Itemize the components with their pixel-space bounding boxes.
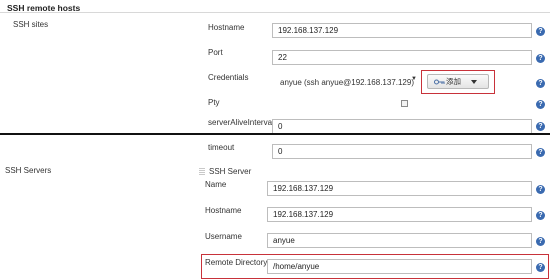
drag-grip-icon[interactable] bbox=[199, 168, 205, 176]
caret-down-icon bbox=[471, 80, 478, 85]
section-divider bbox=[0, 133, 550, 135]
add-button-label: 添加 bbox=[446, 77, 461, 86]
credentials-select[interactable]: anyue (ssh anyue@192.168.137.129) bbox=[277, 75, 414, 90]
server-hostname-input[interactable]: 192.168.137.129 bbox=[267, 207, 532, 222]
server-hostname-label: Hostname bbox=[205, 206, 242, 215]
help-icon[interactable]: ? bbox=[536, 185, 545, 194]
timeout-label: timeout bbox=[208, 143, 235, 152]
help-icon[interactable]: ? bbox=[536, 54, 545, 63]
help-icon[interactable]: ? bbox=[536, 122, 545, 131]
hostname-input[interactable]: 192.168.137.129 bbox=[272, 23, 532, 38]
credentials-label: Credentials bbox=[208, 73, 249, 82]
ssh-server-header: SSH Server bbox=[209, 167, 252, 176]
remote-directory-label: Remote Directory bbox=[205, 258, 268, 267]
help-icon[interactable]: ? bbox=[536, 237, 545, 246]
port-label: Port bbox=[208, 48, 223, 57]
help-icon[interactable]: ? bbox=[536, 148, 545, 157]
name-label: Name bbox=[205, 180, 227, 189]
key-icon bbox=[434, 79, 445, 85]
help-icon[interactable]: ? bbox=[536, 211, 545, 220]
pty-label: Pty bbox=[208, 98, 220, 107]
pty-checkbox[interactable] bbox=[401, 100, 408, 107]
ssh-servers-label: SSH Servers bbox=[5, 166, 52, 175]
help-icon[interactable]: ? bbox=[536, 263, 545, 272]
port-input[interactable]: 22 bbox=[272, 50, 532, 65]
help-icon[interactable]: ? bbox=[536, 27, 545, 36]
remote-directory-input[interactable]: /home/anyue bbox=[267, 259, 532, 274]
name-input[interactable]: 192.168.137.129 bbox=[267, 181, 532, 196]
server-alive-interval-input[interactable]: 0 bbox=[272, 119, 532, 134]
add-credential-button[interactable]: 添加 bbox=[427, 74, 489, 89]
header-divider bbox=[0, 12, 550, 13]
help-icon[interactable]: ? bbox=[536, 100, 545, 109]
help-icon[interactable]: ? bbox=[536, 79, 545, 88]
ssh-sites-label: SSH sites bbox=[13, 20, 49, 29]
server-alive-interval-label: serverAliveInterval bbox=[208, 118, 274, 127]
timeout-input[interactable]: 0 bbox=[272, 144, 532, 159]
hostname-label: Hostname bbox=[208, 23, 245, 32]
username-input[interactable]: anyue bbox=[267, 233, 532, 248]
username-label: Username bbox=[205, 232, 242, 241]
chevron-down-icon[interactable]: ▼ bbox=[411, 76, 417, 82]
